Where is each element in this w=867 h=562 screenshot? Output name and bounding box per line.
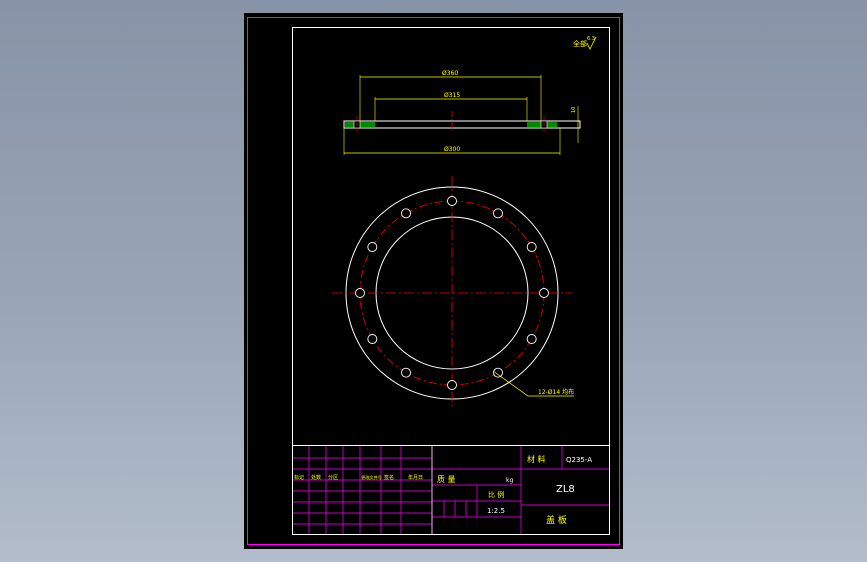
- hole-callout: 12-Ø14 均布: [538, 388, 574, 396]
- dim-thickness: 10: [571, 107, 577, 113]
- bolt-hole: [493, 208, 503, 219]
- rev-header-3: 更改文件号: [361, 474, 382, 481]
- dim-d315: Ø315: [444, 92, 460, 99]
- bolt-hole: [401, 367, 411, 378]
- bolt-hole: [401, 208, 411, 219]
- drawing-number: ZL8: [556, 484, 575, 495]
- part-name: 盖 板: [546, 514, 567, 526]
- bolt-hole: [539, 288, 549, 298]
- mass-label: 质 量: [437, 474, 456, 484]
- bolt-hole: [526, 242, 537, 252]
- scale-label: 比 例: [488, 490, 504, 499]
- drawing-canvas: 全部 6.3 Ø360 Ø315 Ø300 10 12-Ø14 均布 标记 处数…: [247, 17, 620, 545]
- bolt-hole: [367, 242, 378, 252]
- rev-header-1: 处数: [311, 474, 321, 481]
- mass-unit: kg: [506, 477, 513, 484]
- revision-grid: [293, 446, 433, 534]
- middle-grid: [432, 446, 522, 534]
- rev-header-5: 年月日: [408, 474, 423, 481]
- rev-header-0: 标记: [294, 474, 304, 481]
- roughness-label: 全部: [573, 39, 587, 48]
- material-label: 材 料: [527, 454, 546, 464]
- dim-d300: Ø300: [444, 146, 460, 153]
- bolt-hole: [447, 196, 457, 206]
- drawing-sheet: 全部 6.3 Ø360 Ø315 Ø300 10 12-Ø14 均布 标记 处数…: [244, 13, 623, 549]
- section-view: Ø360 Ø315 Ø300 10: [343, 70, 581, 155]
- bolt-hole: [367, 334, 378, 344]
- scale-value: 1:2.5: [487, 507, 505, 515]
- roughness-symbol: 全部 6.3: [573, 36, 597, 50]
- rev-header-2: 分区: [328, 474, 338, 481]
- dim-d360: Ø360: [442, 70, 458, 77]
- title-block: 标记 处数 分区 更改文件号 签名 年月日 质 量 kg 比 例 1:2.5 材…: [292, 445, 610, 535]
- bolt-hole: [355, 288, 365, 298]
- bolt-hole: [526, 334, 537, 344]
- outer-border: [247, 17, 620, 545]
- plan-view: 12-Ø14 均布: [332, 176, 574, 409]
- bolt-hole: [447, 380, 457, 390]
- rev-header-4: 签名: [384, 474, 394, 481]
- material-value: Q235-A: [566, 456, 592, 464]
